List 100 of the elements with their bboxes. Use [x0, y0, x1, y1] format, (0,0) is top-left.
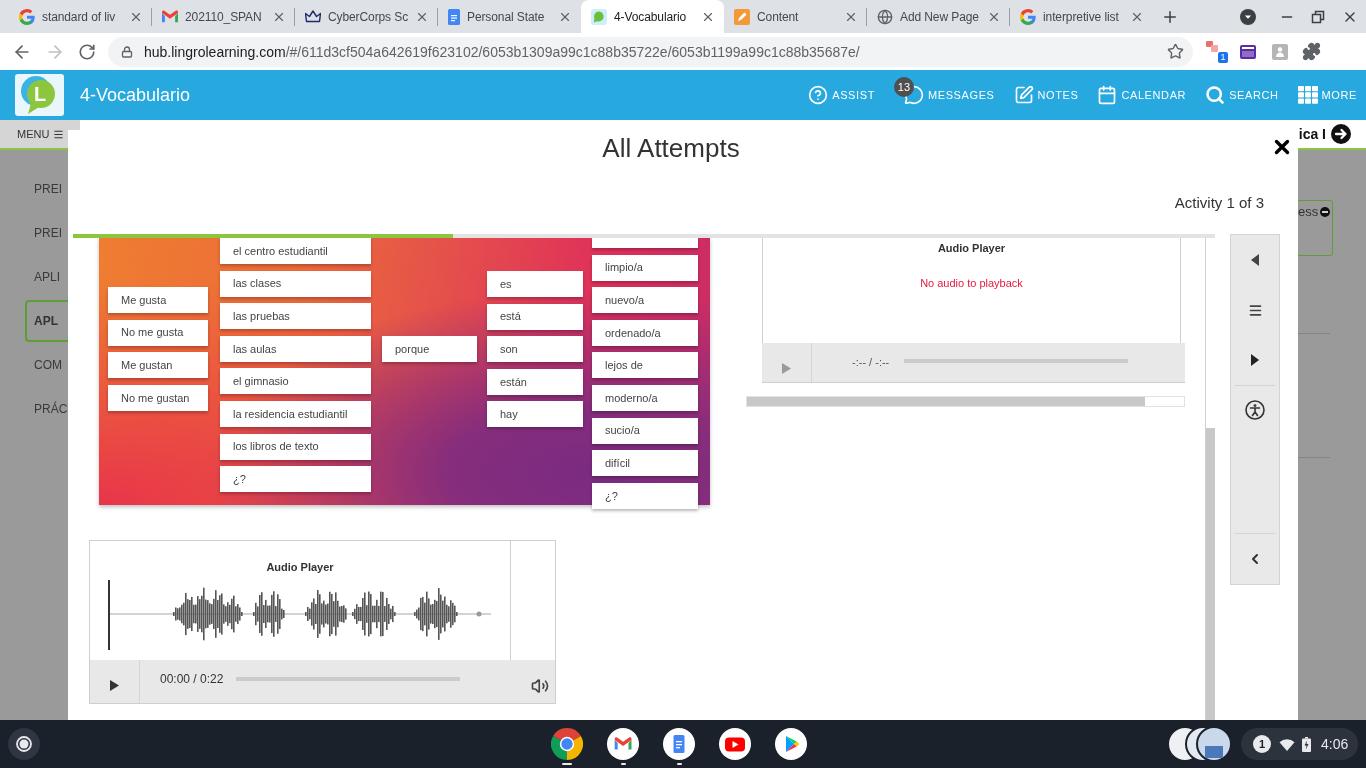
menu-icon — [1247, 302, 1263, 318]
browser-tab[interactable]: Personal State — [438, 0, 581, 33]
modal-title: All Attempts — [602, 132, 740, 164]
word-card: lejos de — [592, 352, 698, 379]
word-card: la residencia estudiantil — [220, 400, 371, 427]
menu-icon — [53, 128, 65, 140]
word-card: Me gusta — [108, 287, 208, 313]
browser-tab[interactable]: 202110_SPAN — [152, 0, 295, 33]
logo-letter: L — [34, 83, 47, 105]
crown-icon — [305, 10, 321, 23]
time-display: 00:00 / 0:22 — [160, 672, 224, 686]
star-icon[interactable] — [1167, 43, 1184, 60]
word-card: No me gusta — [108, 319, 208, 346]
page-title: 4-Vocabulario — [80, 84, 191, 106]
word-card: hay — [487, 401, 583, 428]
accessibility-icon — [1245, 400, 1265, 420]
status-tray[interactable]: 1 4:06 — [1241, 728, 1358, 760]
browser-tab[interactable]: CyberCorps Sc — [295, 0, 438, 33]
puzzle-icon[interactable] — [1302, 42, 1321, 61]
scrollbar-thumb[interactable] — [1206, 428, 1215, 720]
reload-icon[interactable] — [78, 42, 96, 61]
calendar-icon — [1097, 85, 1118, 105]
grid-icon — [1297, 86, 1318, 104]
battery-icon — [1302, 736, 1311, 752]
error-message: No audio to playback — [920, 276, 1023, 290]
help-circle-icon — [808, 85, 829, 105]
extension-icon[interactable] — [1206, 40, 1218, 52]
person-tile-icon[interactable] — [1270, 41, 1290, 62]
g-letter-icon — [1020, 8, 1036, 25]
mail-icon — [162, 10, 178, 23]
minus-circle-icon[interactable] — [1320, 207, 1331, 217]
sidebar-item[interactable]: PRÁC — [34, 387, 68, 431]
next-lesson-link[interactable]: ica I — [1298, 123, 1326, 145]
left-triangle-icon — [1251, 254, 1259, 266]
caret-circle-icon[interactable] — [1240, 8, 1256, 25]
sidebar-item[interactable]: APLI — [34, 255, 60, 299]
play-icon — [110, 680, 119, 691]
word-card: las clases — [220, 270, 371, 297]
launcher-icon[interactable] — [8, 728, 40, 760]
right-triangle-icon — [1251, 354, 1259, 366]
word-card: las pruebas — [220, 303, 371, 330]
extension-count: 1 — [1218, 51, 1228, 63]
word-card: ¿? — [592, 482, 698, 509]
speech-bubble-icon — [591, 8, 607, 25]
horizontal-scrollbar[interactable] — [746, 396, 1185, 407]
word-card: difícil — [592, 450, 698, 477]
mail-icon[interactable] — [607, 728, 639, 760]
menu-button[interactable]: MENU — [0, 120, 80, 148]
g-letter-icon — [19, 8, 35, 25]
player-title: Audio Player — [266, 560, 334, 574]
word-card: están — [487, 368, 583, 395]
browser-tab[interactable]: Add New Page — [867, 0, 1010, 33]
volume-icon[interactable] — [531, 677, 549, 695]
document-icon[interactable] — [663, 728, 695, 760]
sidebar-item[interactable]: PREI — [34, 167, 62, 211]
word-card: es — [487, 271, 583, 297]
pencil-icon — [734, 8, 750, 25]
word-card: los libros de texto — [220, 433, 371, 460]
notification-count: 1 — [1253, 735, 1271, 753]
video-play-icon[interactable] — [719, 728, 751, 760]
word-card: sucio/a — [592, 417, 698, 444]
address-field[interactable]: hub.lingrolearning.com/#/611d3cf504a642619f623102/6053b1309a99c1c88b35722e/6053b1199a99c1c88b35687e/ — [108, 36, 1193, 67]
document-icon — [448, 8, 460, 25]
logo-icon[interactable] — [15, 74, 64, 116]
header-nav-button[interactable]: MESSAGES 13 — [893, 77, 995, 105]
sidebar-item[interactable]: PREI — [34, 211, 62, 255]
word-card: las aulas — [220, 335, 371, 362]
arrow-circle-icon[interactable] — [1331, 124, 1351, 144]
word-card: está — [487, 303, 583, 330]
card-label: ess — [1298, 204, 1319, 220]
word-card: el gimnasio — [220, 368, 371, 395]
scrollbar-thumb[interactable] — [747, 397, 1145, 406]
wifi-icon — [1279, 737, 1295, 751]
message-count: 13 — [893, 77, 914, 97]
search-icon — [1205, 85, 1226, 105]
word-card: Me gustan — [108, 352, 208, 379]
word-card: son — [487, 336, 583, 363]
restore-icon[interactable] — [1310, 8, 1326, 25]
close-icon[interactable] — [1274, 139, 1290, 155]
word-card: ordenado/a — [592, 319, 698, 346]
activity-counter: Activity 1 of 3 — [1174, 195, 1264, 211]
word-card: nuevo/a — [592, 287, 698, 314]
thumbnail-stack-icon[interactable] — [1167, 726, 1232, 762]
clock-time: 4:06 — [1321, 734, 1349, 754]
word-card: porque — [382, 336, 477, 362]
word-card: ¿? — [220, 466, 371, 493]
browser-tab[interactable]: 4-Vocabulario — [581, 0, 724, 33]
sidebar-item[interactable]: COM — [34, 343, 62, 387]
word-card: moderno/a — [592, 384, 698, 411]
player-title: Audio Player — [937, 241, 1006, 255]
word-card: el centro estudiantil — [220, 238, 371, 264]
vertical-scrollbar[interactable] — [1205, 238, 1215, 720]
word-card: limpio/a — [592, 254, 698, 281]
browser-tab[interactable]: interpretive list — [1010, 0, 1153, 33]
word-card: No me gustan — [108, 384, 208, 411]
browser-icon[interactable] — [551, 728, 583, 760]
url-text: hub.lingrolearning.com/#/611d3cf504a642619f623102/6053b1309a99c1c88b35722e/6053b1199a99c1c88b35687e/ — [144, 42, 860, 61]
time-display: -:-- / -:-- — [852, 355, 890, 369]
browser-tab[interactable]: Content — [724, 0, 867, 33]
browser-tab[interactable]: standard of liv — [9, 0, 152, 33]
